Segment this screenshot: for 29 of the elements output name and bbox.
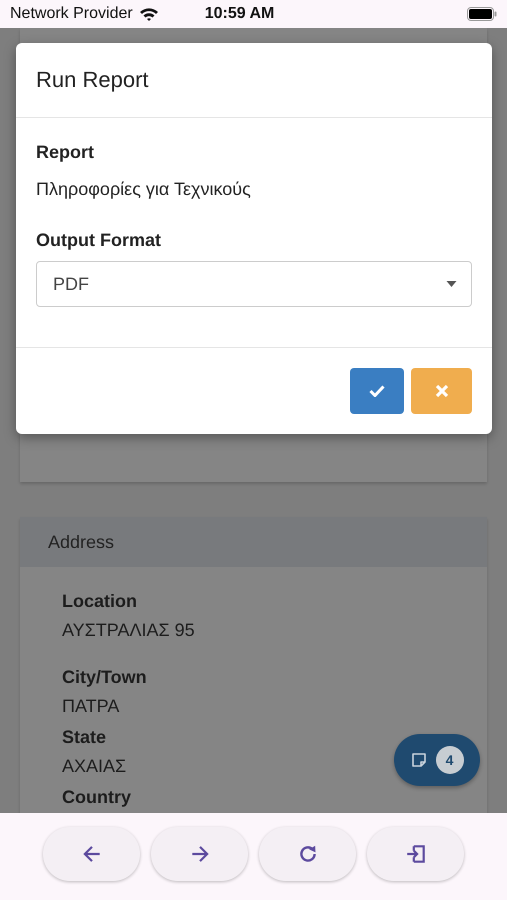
note-icon xyxy=(410,752,426,768)
field-label: Report xyxy=(36,142,95,163)
field-label: City/Town xyxy=(62,667,147,688)
dialog-title: Run Report xyxy=(36,67,149,93)
card-title: Address xyxy=(48,532,114,552)
battery-icon xyxy=(467,7,497,21)
refresh-button[interactable] xyxy=(259,826,356,880)
field-value: ΠΑΤΡΑ xyxy=(62,696,120,717)
carrier-name: Network Provider xyxy=(10,5,133,23)
field-label: Country xyxy=(62,787,131,808)
confirm-button[interactable] xyxy=(350,368,404,414)
cancel-button[interactable] xyxy=(411,368,472,414)
forward-button[interactable] xyxy=(151,826,248,880)
caret-icon xyxy=(446,281,457,287)
field-value: ΑΧΑΙΑΣ xyxy=(62,756,126,777)
count-badge: 4 xyxy=(436,746,464,774)
field-value: ΑΥΣΤΡΑΛΙΑΣ 95 xyxy=(62,620,195,641)
field-label: Output Format xyxy=(36,230,162,251)
wifi-icon xyxy=(138,7,159,21)
field-label: State xyxy=(62,727,106,748)
back-button[interactable] xyxy=(43,826,140,880)
clock-time: 10:59 AM xyxy=(204,5,274,23)
exit-button[interactable] xyxy=(367,826,464,880)
field-value: Πληροφορίες για Τεχνικούς xyxy=(36,179,252,200)
check-icon xyxy=(369,385,385,397)
login-icon xyxy=(404,842,426,864)
field-label: Location xyxy=(62,591,137,612)
format-dropdown[interactable]: PDF xyxy=(36,261,472,307)
close-icon xyxy=(434,384,448,398)
